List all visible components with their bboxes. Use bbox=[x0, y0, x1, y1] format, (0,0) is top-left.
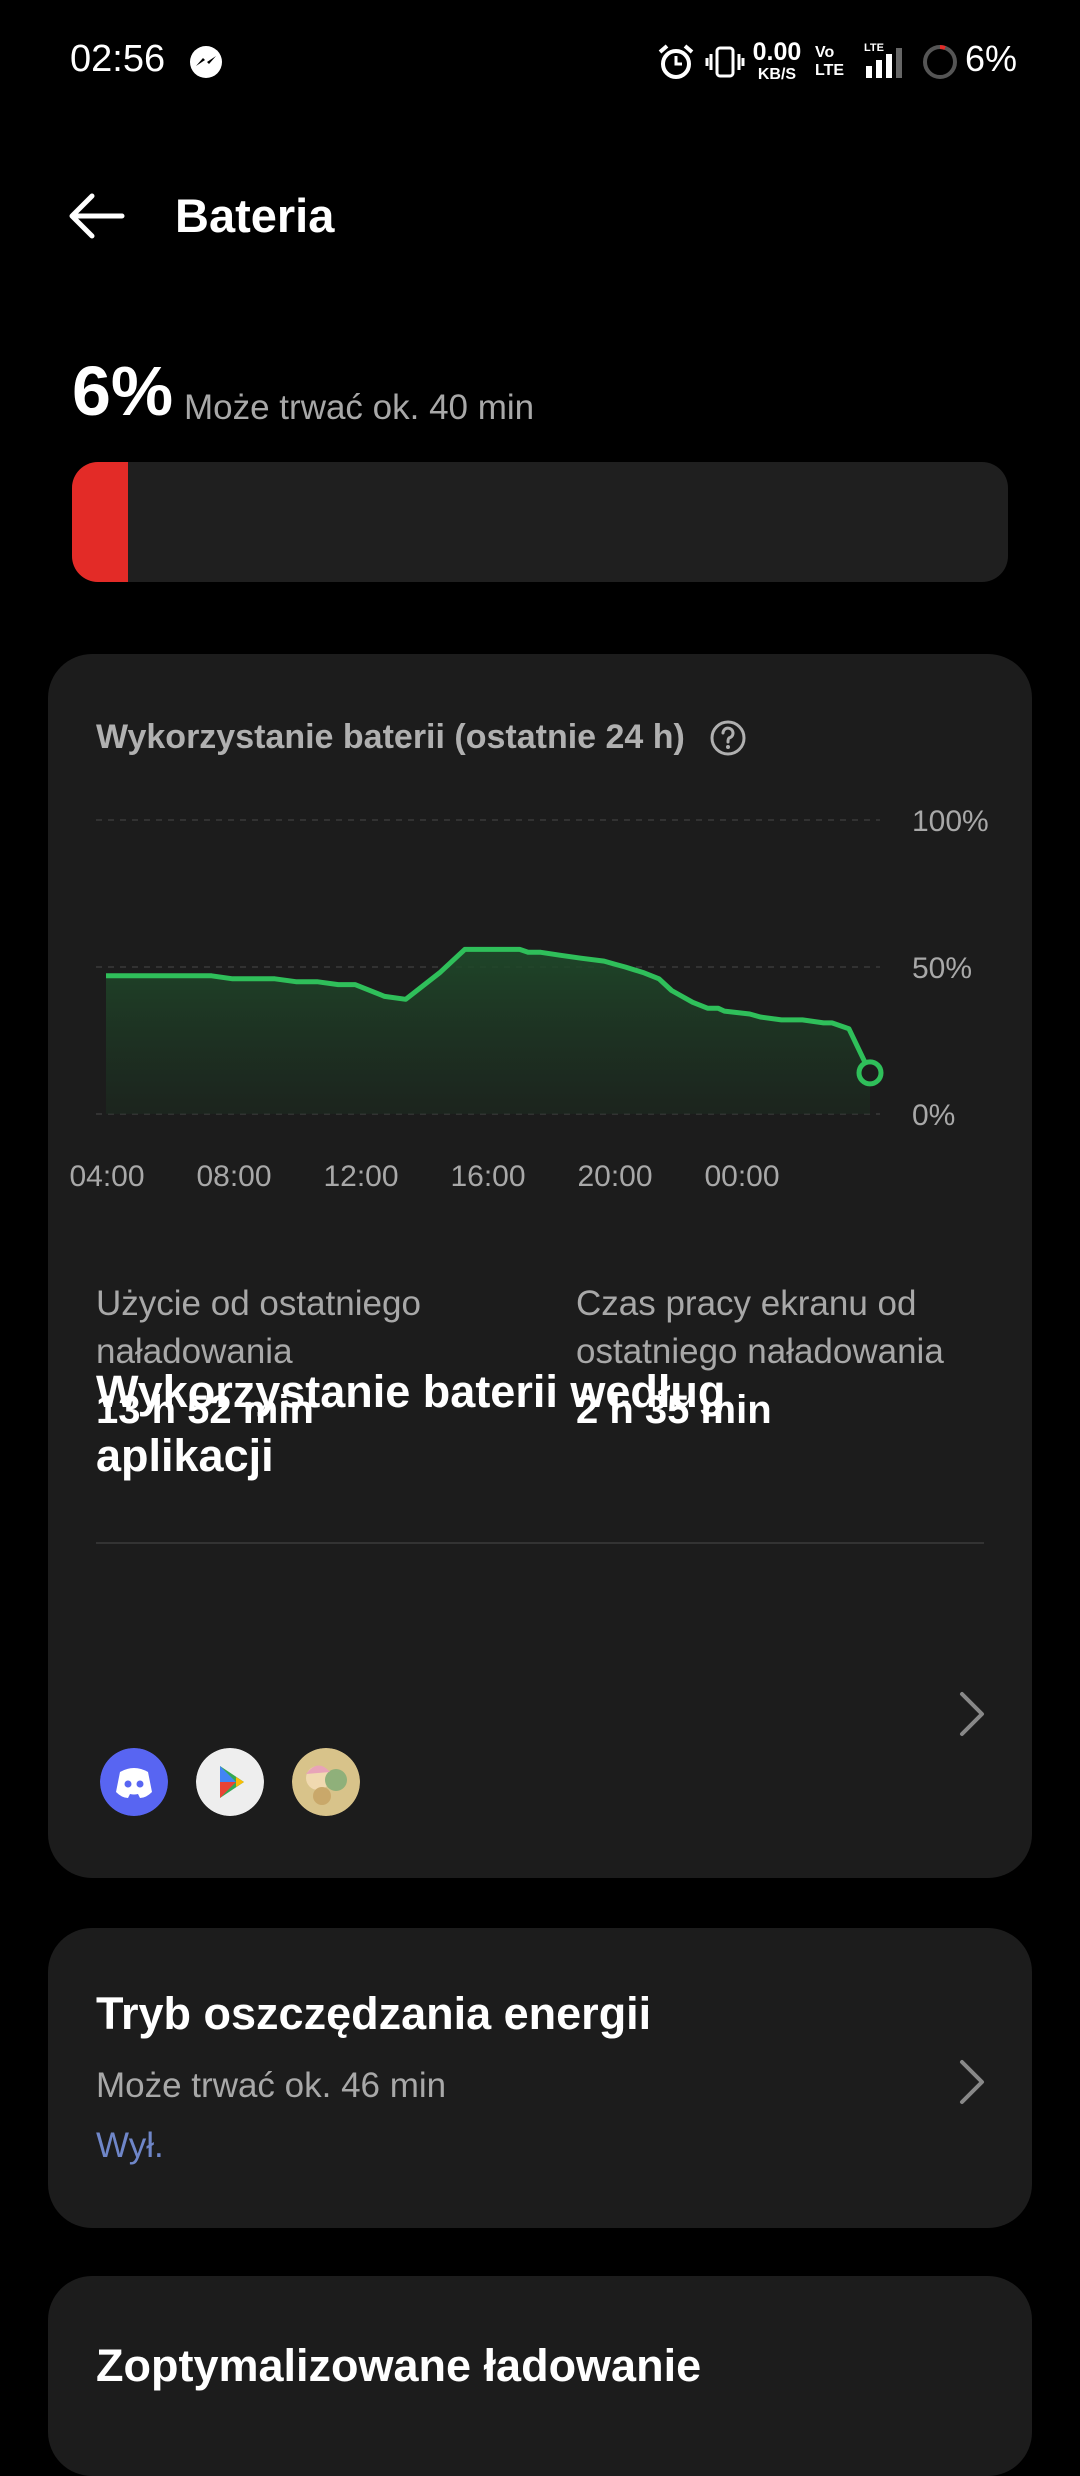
y-tick-label: 0% bbox=[912, 1099, 955, 1132]
arrow-left-icon bbox=[69, 193, 125, 239]
chart-area bbox=[106, 949, 870, 1114]
chevron-right-icon bbox=[960, 2060, 984, 2104]
question-circle-icon[interactable] bbox=[708, 718, 748, 758]
back-button[interactable] bbox=[64, 188, 128, 244]
optimized-charging-card[interactable]: Zoptymalizowane ładowanie bbox=[48, 2276, 1032, 2476]
battery-level-fill bbox=[72, 462, 129, 582]
app-usage-title: Wykorzystanie baterii według aplikacji bbox=[96, 1366, 726, 1481]
volte-indicator: Vo LTE bbox=[815, 44, 845, 79]
alarm-icon bbox=[658, 44, 694, 79]
discord-icon bbox=[100, 1748, 168, 1816]
chart-x-ticks: 04:00 08:00 12:00 16:00 20:00 00:00 bbox=[69, 1160, 779, 1193]
x-tick-label: 04:00 bbox=[69, 1160, 144, 1193]
battery-level-bar bbox=[72, 462, 1008, 582]
status-battery-percent: 6% bbox=[965, 38, 1018, 79]
page-title: Bateria bbox=[175, 189, 335, 242]
usage-chart-title: Wykorzystanie baterii (ostatnie 24 h) bbox=[96, 718, 685, 756]
x-tick-label: 00:00 bbox=[704, 1160, 779, 1193]
app-usage-row[interactable] bbox=[48, 1544, 1032, 1878]
network-speed: 0.00 KB/S bbox=[752, 38, 802, 83]
battery-usage-card: Wykorzystanie baterii (ostatnie 24 h) 10… bbox=[48, 654, 1032, 1878]
game-avatar-icon bbox=[292, 1748, 360, 1816]
x-tick-label: 16:00 bbox=[450, 1160, 525, 1193]
battery-ring-icon bbox=[923, 45, 957, 79]
chevron-right-icon bbox=[960, 1692, 984, 1736]
x-tick-label: 08:00 bbox=[196, 1160, 271, 1193]
play-store-icon bbox=[196, 1748, 264, 1816]
x-tick-label: 12:00 bbox=[323, 1160, 398, 1193]
signal-icon: LTE bbox=[864, 42, 902, 78]
battery-percent: 6% bbox=[72, 352, 174, 430]
power-saver-status: Wył. bbox=[96, 2126, 164, 2165]
power-saver-estimate: Może trwać ok. 46 min bbox=[96, 2066, 447, 2105]
optimized-charging-title: Zoptymalizowane ładowanie bbox=[96, 2340, 702, 2391]
chart-y-ticks: 100% 50% 0% bbox=[912, 805, 989, 1132]
status-bar: 02:56 0.00 KB/S Vo LTE LTE 6% bbox=[0, 0, 1080, 130]
battery-usage-chart: 100% 50% 0% 04:00 08:00 12:00 16:00 20:00 00:00 bbox=[69, 805, 989, 1193]
battery-estimate: Może trwać ok. 40 min bbox=[184, 388, 535, 427]
power-saver-title: Tryb oszczędzania energii bbox=[96, 1988, 652, 2039]
status-time: 02:56 bbox=[70, 38, 166, 80]
messenger-icon bbox=[190, 46, 222, 78]
power-saver-card[interactable]: Tryb oszczędzania energii Może trwać ok.… bbox=[48, 1928, 1032, 2228]
vibrate-icon bbox=[705, 46, 745, 78]
chart-end-marker bbox=[856, 1059, 884, 1087]
x-tick-label: 20:00 bbox=[577, 1160, 652, 1193]
y-tick-label: 100% bbox=[912, 805, 989, 838]
y-tick-label: 50% bbox=[912, 952, 972, 985]
network-type-label: LTE bbox=[864, 42, 884, 54]
